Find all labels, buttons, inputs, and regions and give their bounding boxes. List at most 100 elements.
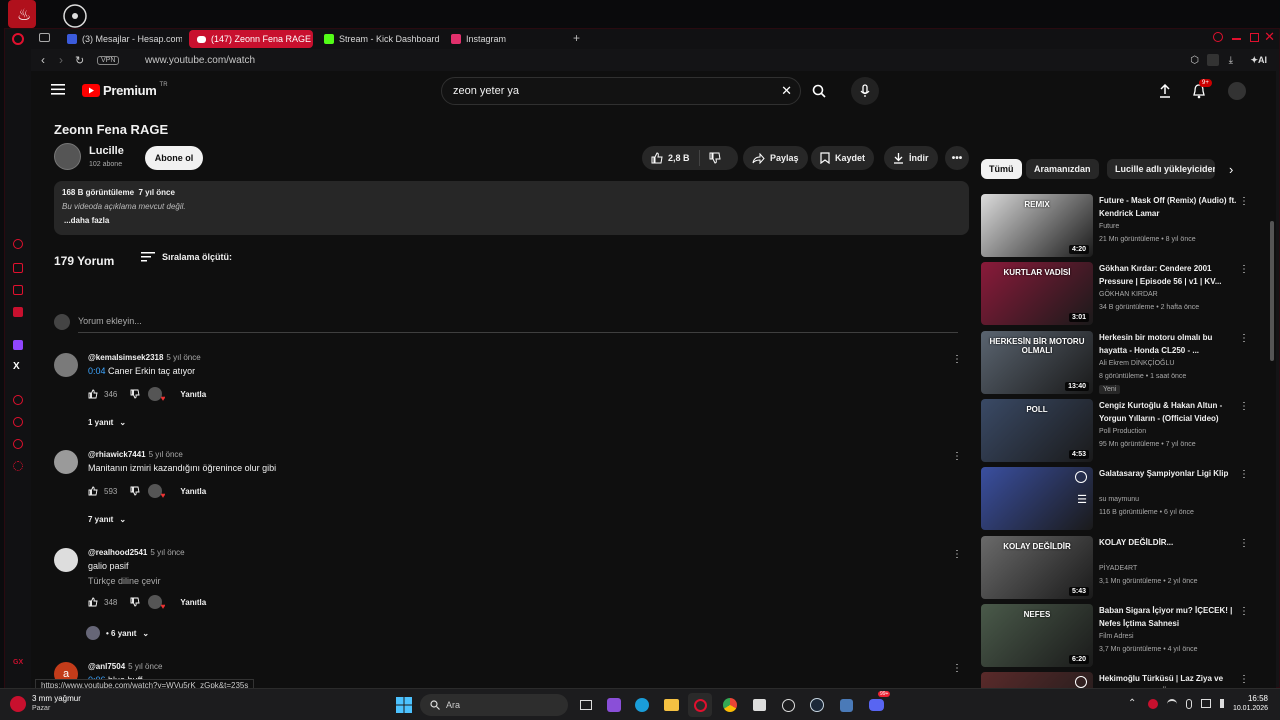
video-thumbnail[interactable]: HERKESİN BİR MOTORU OLMALI 13:40 (981, 330, 1093, 394)
start-button[interactable] (392, 693, 416, 717)
tab-overview-icon[interactable] (39, 33, 50, 42)
widgets-icon[interactable] (602, 693, 626, 717)
chrome-icon[interactable] (718, 693, 742, 717)
sidebar-history-icon[interactable] (13, 417, 23, 427)
reply-button[interactable]: Yanıtla (180, 390, 206, 399)
sidebar-settings-icon[interactable] (13, 461, 23, 471)
comment-menu-icon[interactable]: ⋮ (952, 353, 962, 367)
recommended-video[interactable]: POLL 4:53 Cengiz Kurtoğlu & Hakan Altun - … (981, 398, 1249, 463)
view-replies-button[interactable]: 7 yanıt ⌄ (88, 515, 126, 524)
recommended-video[interactable]: HERKESİN BİR MOTORU OLMALI 13:40 Herkesin … (981, 330, 1249, 395)
dislike-button[interactable] (700, 152, 730, 164)
comment-author[interactable]: @kemalsimsek2318 (88, 353, 163, 362)
share-button[interactable]: Paylaş (743, 146, 808, 170)
channel-avatar[interactable] (54, 143, 81, 170)
video-channel[interactable]: Future (1099, 223, 1119, 230)
sidebar-clock-icon[interactable] (13, 439, 23, 449)
tray-mic-icon[interactable] (1186, 699, 1192, 709)
add-to-queue-icon[interactable]: ☰ (1077, 493, 1087, 506)
recommended-video[interactable]: ☰ Hekimoğlu Türküsü | Laz Ziya ve Süleyma… (981, 672, 1249, 689)
video-menu-icon[interactable]: ⋮ (1239, 606, 1249, 617)
back-icon[interactable]: ‹ (41, 53, 45, 67)
account-avatar[interactable] (1228, 82, 1246, 100)
video-title[interactable]: Herkesin bir motoru olmalı bu hayatta - … (1099, 331, 1239, 357)
video-channel[interactable]: GÖKHAN KIRDAR (1099, 291, 1158, 298)
hamburger-menu-icon[interactable] (51, 83, 65, 95)
video-menu-icon[interactable]: ⋮ (1239, 196, 1249, 207)
chip-from-uploader[interactable]: Lucille adlı yükleyiciden (1107, 159, 1215, 179)
edge-icon[interactable] (630, 693, 654, 717)
tab-hesap[interactable]: (3) Mesajlar - Hesap.com (59, 30, 182, 48)
watch-later-icon[interactable] (1075, 471, 1087, 484)
video-thumbnail[interactable]: ☰ (981, 467, 1093, 531)
search-button[interactable] (803, 77, 835, 105)
search-input[interactable]: zeon yeter ya (453, 85, 519, 97)
view-replies-button[interactable]: 1 yanıt ⌄ (88, 418, 126, 427)
profile-icon[interactable] (1207, 54, 1219, 66)
sidebar-news-icon[interactable] (13, 285, 23, 295)
video-title[interactable]: Gökhan Kırdar: Cendere 2001 Pressure | E… (1099, 262, 1239, 288)
app-icon[interactable] (776, 693, 800, 717)
commenter-avatar[interactable] (54, 353, 78, 377)
comment-menu-icon[interactable]: ⋮ (952, 662, 962, 676)
video-menu-icon[interactable]: ⋮ (1239, 333, 1249, 344)
comment-menu-icon[interactable]: ⋮ (952, 450, 962, 464)
chip-from-search[interactable]: Aramanızdan (1026, 159, 1099, 179)
chip-all[interactable]: Tümü (981, 159, 1022, 179)
minimize-button[interactable] (1232, 38, 1241, 40)
clock[interactable]: 16:58 10.01.2026 (1222, 694, 1268, 714)
clear-search-icon[interactable]: ✕ (781, 83, 792, 99)
video-title[interactable]: KOLAY DEĞİLDİR... (1099, 536, 1239, 549)
tray-app-icon[interactable] (1148, 699, 1158, 709)
timestamp-link[interactable]: 0:04 (88, 366, 106, 376)
video-channel[interactable]: Ali Ekrem DİNKÇİOĞLU (1099, 360, 1174, 367)
ai-button[interactable]: ✦AI (1250, 55, 1267, 66)
reply-button[interactable]: Yanıtla (180, 598, 206, 607)
comment-menu-icon[interactable]: ⋮ (952, 548, 962, 562)
chips-next-chevron-icon[interactable]: › (1229, 162, 1233, 177)
tray-wifi-icon[interactable] (1167, 699, 1177, 709)
sidebar-messenger-icon[interactable] (13, 307, 23, 317)
forward-icon[interactable]: › (59, 53, 63, 67)
youtube-premium-logo[interactable]: Premium TR (82, 82, 168, 98)
show-more-link[interactable]: ...daha fazla (64, 216, 109, 225)
red-app-icon[interactable]: ♨ (8, 0, 36, 28)
steam-icon[interactable] (805, 693, 829, 717)
video-menu-icon[interactable]: ⋮ (1239, 264, 1249, 275)
video-title[interactable]: Baban Sigara İçiyor mu? İÇECEK! | Nefes … (1099, 604, 1239, 630)
thumbs-up-icon[interactable] (88, 597, 98, 607)
settings-app-icon[interactable] (834, 693, 858, 717)
sidebar-x-icon[interactable]: X (13, 362, 23, 372)
video-menu-icon[interactable]: ⋮ (1239, 401, 1249, 412)
tab-youtube-active[interactable]: (147) Zeonn Fena RAGE - (189, 30, 313, 48)
comment-author[interactable]: @rhiawick7441 (88, 450, 146, 459)
sidebar-radio-icon[interactable] (13, 239, 23, 249)
maximize-button[interactable] (1250, 33, 1259, 42)
extensions-icon[interactable]: ⬡ (1190, 55, 1199, 66)
reload-icon[interactable]: ↻ (75, 54, 84, 67)
video-menu-icon[interactable]: ⋮ (1239, 674, 1249, 685)
video-thumbnail[interactable]: REMIX 4:20 (981, 194, 1093, 257)
tray-chevron-icon[interactable]: ⌃ (1128, 698, 1136, 709)
store-icon[interactable] (747, 693, 771, 717)
page-scrollbar[interactable] (1270, 221, 1274, 361)
weather-widget[interactable]: 3 mm yağmur Pazar (10, 694, 81, 714)
add-comment-input[interactable]: Yorum ekleyin... (78, 316, 958, 333)
video-title[interactable]: Galatasaray Şampiyonlar Ligi Klip (1099, 467, 1239, 480)
video-thumbnail[interactable]: KOLAY DEĞİLDİR 5:43 (981, 535, 1093, 599)
steering-app-icon[interactable] (60, 2, 90, 28)
recommended-video[interactable]: ☰ Galatasaray Şampiyonlar Ligi Klip su may… (981, 467, 1249, 531)
save-button[interactable]: Kaydet (811, 146, 875, 170)
thumbs-down-icon[interactable] (130, 389, 140, 399)
video-title[interactable]: Future - Mask Off (Remix) (Audio) ft. Ke… (1099, 194, 1239, 220)
sidebar-twitch-icon[interactable] (13, 340, 23, 350)
comment-author[interactable]: @anl7504 (88, 662, 125, 671)
video-channel[interactable]: Poll Production (1099, 428, 1146, 435)
commenter-avatar[interactable] (54, 450, 78, 474)
search-box[interactable]: zeon yeter ya ✕ (441, 77, 801, 105)
video-channel[interactable]: su maymunu (1099, 496, 1139, 503)
video-thumbnail[interactable]: NEFES 6:20 (981, 603, 1093, 667)
recommended-video[interactable]: REMIX 4:20 Future - Mask Off (Remix) (Audi… (981, 194, 1249, 258)
task-view-icon[interactable] (574, 693, 598, 717)
voice-search-button[interactable] (851, 77, 879, 105)
